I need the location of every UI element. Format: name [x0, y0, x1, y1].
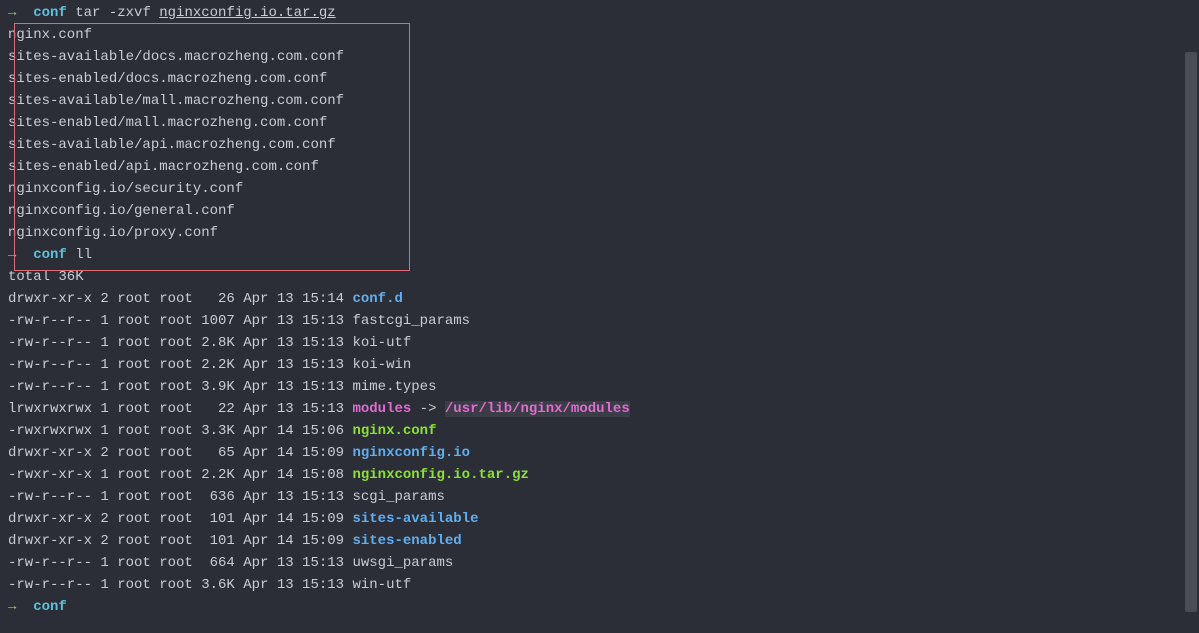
terminal-line: lrwxrwxrwx 1 root root 22 Apr 13 15:13 m… [8, 398, 1199, 420]
terminal-line: total 36K [8, 266, 1199, 288]
ll-filename: uwsgi_params [352, 555, 453, 571]
terminal-line: sites-enabled/docs.macrozheng.com.conf [8, 68, 1199, 90]
ll-total: total 36K [8, 269, 84, 285]
ll-filename: koi-utf [352, 335, 411, 351]
extracted-file: sites-enabled/api.macrozheng.com.conf [8, 159, 319, 175]
terminal-line: sites-enabled/api.macrozheng.com.conf [8, 156, 1199, 178]
ll-meta: -rw-r--r-- 1 root root 636 Apr 13 15:13 [8, 489, 352, 505]
ll-filename: nginx.conf [352, 423, 436, 439]
terminal-line: -rw-r--r-- 1 root root 2.8K Apr 13 15:13… [8, 332, 1199, 354]
extracted-file: sites-available/api.macrozheng.com.conf [8, 137, 336, 153]
ll-meta: -rwxr-xr-x 1 root root 2.2K Apr 14 15:08 [8, 467, 352, 483]
terminal-line: nginxconfig.io/security.conf [8, 178, 1199, 200]
ll-filename: modules [352, 401, 411, 417]
ll-filename: nginxconfig.io.tar.gz [352, 467, 528, 483]
ll-meta: -rwxrwxrwx 1 root root 3.3K Apr 14 15:06 [8, 423, 352, 439]
ll-meta: -rw-r--r-- 1 root root 3.6K Apr 13 15:13 [8, 577, 352, 593]
terminal-line: -rw-r--r-- 1 root root 1007 Apr 13 15:13… [8, 310, 1199, 332]
ll-filename: nginxconfig.io [352, 445, 470, 461]
ll-filename: win-utf [352, 577, 411, 593]
ll-meta: lrwxrwxrwx 1 root root 22 Apr 13 15:13 [8, 401, 352, 417]
ll-filename: mime.types [352, 379, 436, 395]
ll-meta: drwxr-xr-x 2 root root 101 Apr 14 15:09 [8, 511, 352, 527]
symlink-arrow: -> [411, 401, 445, 417]
terminal-line: → conf ll [8, 244, 1199, 266]
terminal-line: drwxr-xr-x 2 root root 101 Apr 14 15:09 … [8, 508, 1199, 530]
tar-filename: nginxconfig.io.tar.gz [159, 5, 335, 21]
extracted-file: nginxconfig.io/general.conf [8, 203, 235, 219]
ll-meta: -rw-r--r-- 1 root root 1007 Apr 13 15:13 [8, 313, 352, 329]
terminal-line: -rwxrwxrwx 1 root root 3.3K Apr 14 15:06… [8, 420, 1199, 442]
extracted-file: nginxconfig.io/proxy.conf [8, 225, 218, 241]
ll-filename: scgi_params [352, 489, 444, 505]
terminal-line: -rw-r--r-- 1 root root 664 Apr 13 15:13 … [8, 552, 1199, 574]
extracted-file: nginx.conf [8, 27, 92, 43]
terminal-line: nginxconfig.io/general.conf [8, 200, 1199, 222]
terminal-line: sites-available/docs.macrozheng.com.conf [8, 46, 1199, 68]
terminal-line: drwxr-xr-x 2 root root 101 Apr 14 15:09 … [8, 530, 1199, 552]
ll-filename: koi-win [352, 357, 411, 373]
ll-meta: drwxr-xr-x 2 root root 101 Apr 14 15:09 [8, 533, 352, 549]
terminal-line: -rw-r--r-- 1 root root 3.9K Apr 13 15:13… [8, 376, 1199, 398]
prompt-cwd: conf [33, 5, 75, 21]
terminal-line: nginxconfig.io/proxy.conf [8, 222, 1199, 244]
extracted-file: sites-available/mall.macrozheng.com.conf [8, 93, 344, 109]
terminal-line: -rw-r--r-- 1 root root 3.6K Apr 13 15:13… [8, 574, 1199, 596]
terminal-line: sites-enabled/mall.macrozheng.com.conf [8, 112, 1199, 134]
prompt-arrow: → [8, 5, 33, 21]
ll-command: ll [75, 247, 92, 263]
terminal-line: → conf [8, 596, 1199, 618]
terminal-line: nginx.conf [8, 24, 1199, 46]
extracted-file: nginxconfig.io/security.conf [8, 181, 243, 197]
terminal-line: → conf tar -zxvf nginxconfig.io.tar.gz [8, 2, 1199, 24]
scrollbar[interactable] [1185, 0, 1197, 633]
scrollbar-thumb[interactable] [1185, 52, 1197, 612]
prompt-cwd: conf [33, 247, 75, 263]
terminal-output[interactable]: → conf tar -zxvf nginxconfig.io.tar.gzng… [8, 2, 1199, 618]
terminal-line: sites-available/api.macrozheng.com.conf [8, 134, 1199, 156]
extracted-file: sites-enabled/docs.macrozheng.com.conf [8, 71, 327, 87]
terminal-line: drwxr-xr-x 2 root root 65 Apr 14 15:09 n… [8, 442, 1199, 464]
ll-meta: drwxr-xr-x 2 root root 26 Apr 13 15:14 [8, 291, 352, 307]
extracted-file: sites-enabled/mall.macrozheng.com.conf [8, 115, 327, 131]
symlink-target: /usr/lib/nginx/modules [445, 401, 630, 417]
ll-meta: -rw-r--r-- 1 root root 664 Apr 13 15:13 [8, 555, 352, 571]
ll-meta: -rw-r--r-- 1 root root 2.8K Apr 13 15:13 [8, 335, 352, 351]
ll-filename: sites-available [352, 511, 478, 527]
terminal-line: -rw-r--r-- 1 root root 2.2K Apr 13 15:13… [8, 354, 1199, 376]
terminal-line: -rw-r--r-- 1 root root 636 Apr 13 15:13 … [8, 486, 1199, 508]
ll-meta: drwxr-xr-x 2 root root 65 Apr 14 15:09 [8, 445, 352, 461]
ll-filename: fastcgi_params [352, 313, 470, 329]
terminal-line: drwxr-xr-x 2 root root 26 Apr 13 15:14 c… [8, 288, 1199, 310]
ll-filename: conf.d [352, 291, 402, 307]
ll-meta: -rw-r--r-- 1 root root 3.9K Apr 13 15:13 [8, 379, 352, 395]
ll-filename: sites-enabled [352, 533, 461, 549]
prompt-cwd: conf [33, 599, 75, 615]
prompt-arrow: → [8, 247, 33, 263]
terminal-line: -rwxr-xr-x 1 root root 2.2K Apr 14 15:08… [8, 464, 1199, 486]
terminal-line: sites-available/mall.macrozheng.com.conf [8, 90, 1199, 112]
ll-meta: -rw-r--r-- 1 root root 2.2K Apr 13 15:13 [8, 357, 352, 373]
tar-command: tar -zxvf [75, 5, 159, 21]
extracted-file: sites-available/docs.macrozheng.com.conf [8, 49, 344, 65]
prompt-arrow: → [8, 599, 33, 615]
